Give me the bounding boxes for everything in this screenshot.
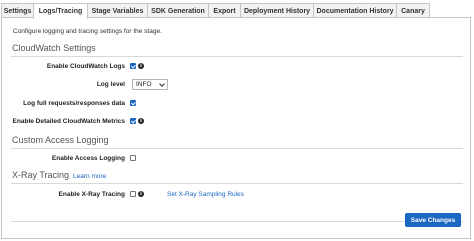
enable-cloudwatch-logs-checkbox[interactable] [130, 63, 136, 69]
learn-more-link[interactable]: Learn more [73, 173, 106, 180]
section-divider [11, 56, 463, 57]
footer-divider [11, 221, 463, 222]
enable-access-logging-label: Enable Access Logging [51, 155, 125, 162]
xray-sampling-rules-link[interactable]: Set X-Ray Sampling Rules [167, 191, 244, 198]
access-logging-heading: Custom Access Logging [12, 135, 109, 145]
enable-access-logging-checkbox[interactable] [130, 155, 136, 161]
access-logging-title: Custom Access Logging [12, 135, 109, 145]
cloudwatch-settings-heading: CloudWatch Settings [12, 43, 96, 53]
xray-tracing-heading: X-Ray Tracing Learn more [12, 170, 106, 180]
tab-settings[interactable]: Settings [1, 3, 34, 18]
log-level-select[interactable]: INFO [132, 79, 168, 90]
stage-editor: Settings Logs/Tracing Stage Variables SD… [0, 0, 474, 241]
chevron-down-icon [159, 81, 165, 87]
log-level-label: Log level [96, 81, 125, 88]
detailed-metrics-checkbox[interactable] [130, 118, 136, 124]
tab-deployment-history[interactable]: Deployment History [240, 3, 314, 18]
log-full-requests-checkbox[interactable] [130, 100, 136, 106]
tab-documentation-history[interactable]: Documentation History [313, 3, 397, 18]
tab-canary[interactable]: Canary [396, 3, 430, 18]
xray-tracing-title: X-Ray Tracing [12, 170, 70, 180]
detailed-metrics-label: Enable Detailed CloudWatch Metrics [12, 118, 125, 125]
section-divider [11, 183, 463, 184]
info-icon[interactable]: i [138, 118, 144, 124]
enable-xray-checkbox[interactable] [130, 191, 136, 197]
cloudwatch-settings-title: CloudWatch Settings [12, 43, 96, 53]
log-full-requests-label: Log full requests/responses data [23, 100, 125, 107]
tab-logs-tracing[interactable]: Logs/Tracing [33, 3, 88, 19]
enable-xray-label: Enable X-Ray Tracing [58, 191, 125, 198]
stage-tabs: Settings Logs/Tracing Stage Variables SD… [1, 3, 430, 19]
info-icon[interactable]: i [138, 63, 144, 69]
logs-tracing-panel: Configure logging and tracing settings f… [1, 17, 471, 239]
info-icon[interactable]: i [138, 191, 144, 197]
save-changes-button[interactable]: Save Changes [405, 213, 461, 227]
tab-stage-variables[interactable]: Stage Variables [87, 3, 148, 18]
tab-export[interactable]: Export [208, 3, 241, 18]
tab-sdk-generation[interactable]: SDK Generation [147, 3, 209, 18]
enable-cloudwatch-logs-label: Enable CloudWatch Logs [46, 63, 125, 70]
panel-description: Configure logging and tracing settings f… [13, 28, 162, 35]
log-level-value: INFO [136, 81, 152, 88]
section-divider [11, 148, 463, 149]
